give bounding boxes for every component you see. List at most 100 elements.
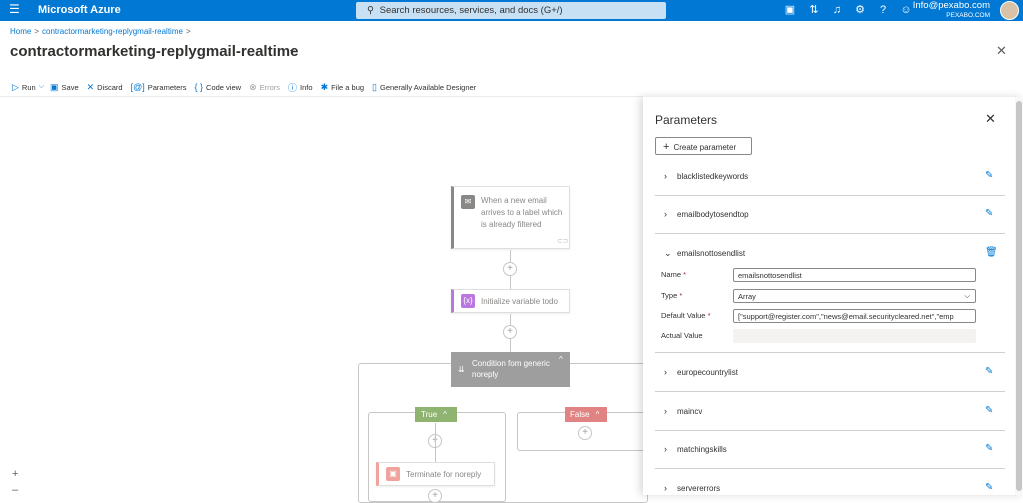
errors-label: Errors [259,82,281,92]
terminate-label: Terminate for noreply [406,470,482,479]
run-button[interactable]: ▷ Run ⌵ [12,82,44,93]
code-icon: { } [194,82,204,92]
discard-icon: ✕ [86,81,95,92]
edit-icon[interactable]: ✎ [985,482,993,493]
bell-icon[interactable]: ♫ [830,3,844,17]
edit-icon[interactable]: ✎ [985,366,993,377]
close-page-icon[interactable]: ✕ [996,43,1007,59]
breadcrumb-separator: > [34,27,40,36]
actual-value-input [733,329,976,343]
search-icon: ⚲ [367,5,374,16]
edit-icon[interactable]: ✎ [985,208,993,219]
run-label: Run [21,82,36,92]
plus-icon: + [663,141,670,153]
name-input[interactable]: emailsnottosendlist [733,268,976,282]
page-title: contractormarketing-replygmail-realtime [10,43,299,60]
designer-canvas[interactable]: ✉ When a new email arrives to a label wh… [0,97,648,503]
code-view-button[interactable]: { } Code view [195,82,242,92]
save-button[interactable]: ▣ Save [50,82,79,93]
chevron-up-icon: ^ [443,410,447,419]
false-branch-header[interactable]: False ^ [565,407,607,422]
scrollbar-thumb[interactable] [1016,101,1022,491]
discard-label: Discard [97,82,123,92]
panel-scrollbar[interactable] [1015,97,1023,495]
bug-icon: ✱ [320,81,329,92]
divider [655,195,1005,196]
help-icon[interactable]: ? [876,3,890,17]
breadcrumb-separator: > [185,27,191,36]
divider [655,430,1005,431]
cloud-shell-icon[interactable]: ▣ [783,3,797,17]
false-label: False [570,410,590,419]
add-step-plus-icon[interactable]: + [578,426,592,440]
add-step-plus-icon[interactable]: + [428,489,442,503]
gear-icon[interactable]: ⚙ [853,3,867,17]
create-parameter-button[interactable]: + Create parameter [655,137,752,155]
account-email: Info@pexabo.com [912,0,990,11]
ga-designer-button[interactable]: ▯ Generally Available Designer [372,82,476,93]
avatar[interactable] [1000,1,1019,20]
divider [655,468,1005,469]
true-branch-header[interactable]: True ^ [415,407,457,422]
panel-title: Parameters [655,113,718,127]
close-panel-icon[interactable]: ✕ [985,111,996,127]
hamburger-icon[interactable]: ☰ [9,2,20,16]
breadcrumb: Home > contractormarketing-replygmail-real… [10,27,194,36]
edit-icon[interactable]: ✎ [985,443,993,454]
brand-label[interactable]: Microsoft Azure [38,4,121,16]
condition-label: Condition fom generic noreply [472,359,550,379]
chevron-down-icon: ⌵ [964,291,970,300]
feedback-icon[interactable]: ☺ [899,3,913,17]
save-icon: ▣ [50,81,59,92]
zoom-controls: + – [12,466,18,498]
more-icon[interactable]: ··· [289,45,299,56]
errors-button[interactable]: ⊗ Errors [249,82,280,93]
parameters-label: Parameters [147,82,187,92]
true-label: True [421,410,438,419]
chevron-up-icon[interactable]: ^ [559,355,563,364]
type-label: Type * [661,291,683,300]
variable-icon: {x} [461,294,475,308]
create-parameter-label: Create parameter [673,143,737,152]
type-select[interactable]: Array ⌵ [733,289,976,303]
parameter-name: blacklistedkeywords [677,172,749,181]
add-step-plus-icon[interactable]: + [503,262,517,276]
type-value: Array [738,292,756,301]
play-icon: ▷ [12,81,19,92]
zoom-in-button[interactable]: + [12,466,18,482]
terminate-card[interactable]: ▣ Terminate for noreply [376,462,495,486]
edit-icon[interactable]: ✎ [985,170,993,181]
breadcrumb-home[interactable]: Home [10,27,31,36]
parameter-name: matchingskills [677,445,727,454]
connector-line [435,423,436,462]
discard-button[interactable]: ✕ Discard [87,82,123,93]
ga-designer-label: Generally Available Designer [380,82,477,92]
default-value-input[interactable]: ["support@register.com","news@email.secu… [733,309,976,323]
directory-filter-icon[interactable]: ⇅ [807,3,821,17]
chevron-right-icon: › [664,444,667,454]
email-icon: ✉ [461,195,475,209]
info-button[interactable]: ⓘ Info [288,81,313,94]
divider [655,233,1005,234]
save-label: Save [61,82,79,92]
initialize-variable-card[interactable]: {x} Initialize variable todo [451,289,570,313]
parameter-name: maincv [677,407,703,416]
account-info[interactable]: Info@pexabo.com PEXABO.COM [913,1,990,21]
breadcrumb-item[interactable]: contractormarketing-replygmail-realtime [42,27,183,36]
info-icon: ⓘ [288,82,298,93]
delete-icon[interactable]: 🗑 [985,247,998,258]
zoom-out-button[interactable]: – [12,482,18,498]
file-bug-button[interactable]: ✱ File a bug [321,82,364,93]
condition-card[interactable]: ⇊ Condition fom generic noreply ^ [451,352,570,387]
trigger-card[interactable]: ✉ When a new email arrives to a label wh… [451,186,570,249]
add-step-plus-icon[interactable]: + [503,325,517,339]
edit-icon[interactable]: ✎ [985,405,993,416]
chevron-right-icon: › [664,367,667,377]
search-input[interactable]: ⚲ Search resources, services, and docs (… [356,2,666,19]
parameter-name: emailbodytosendtop [677,210,749,219]
default-value-label: Default Value * [661,311,711,320]
parameter-name: europecountrylist [677,368,738,377]
designer-toolbar: ▷ Run ⌵ ▣ Save ✕ Discard [@] Parameters { } Co… [12,80,484,94]
condition-icon: ⇊ [458,365,465,374]
parameters-button[interactable]: [@] Parameters [131,82,187,92]
